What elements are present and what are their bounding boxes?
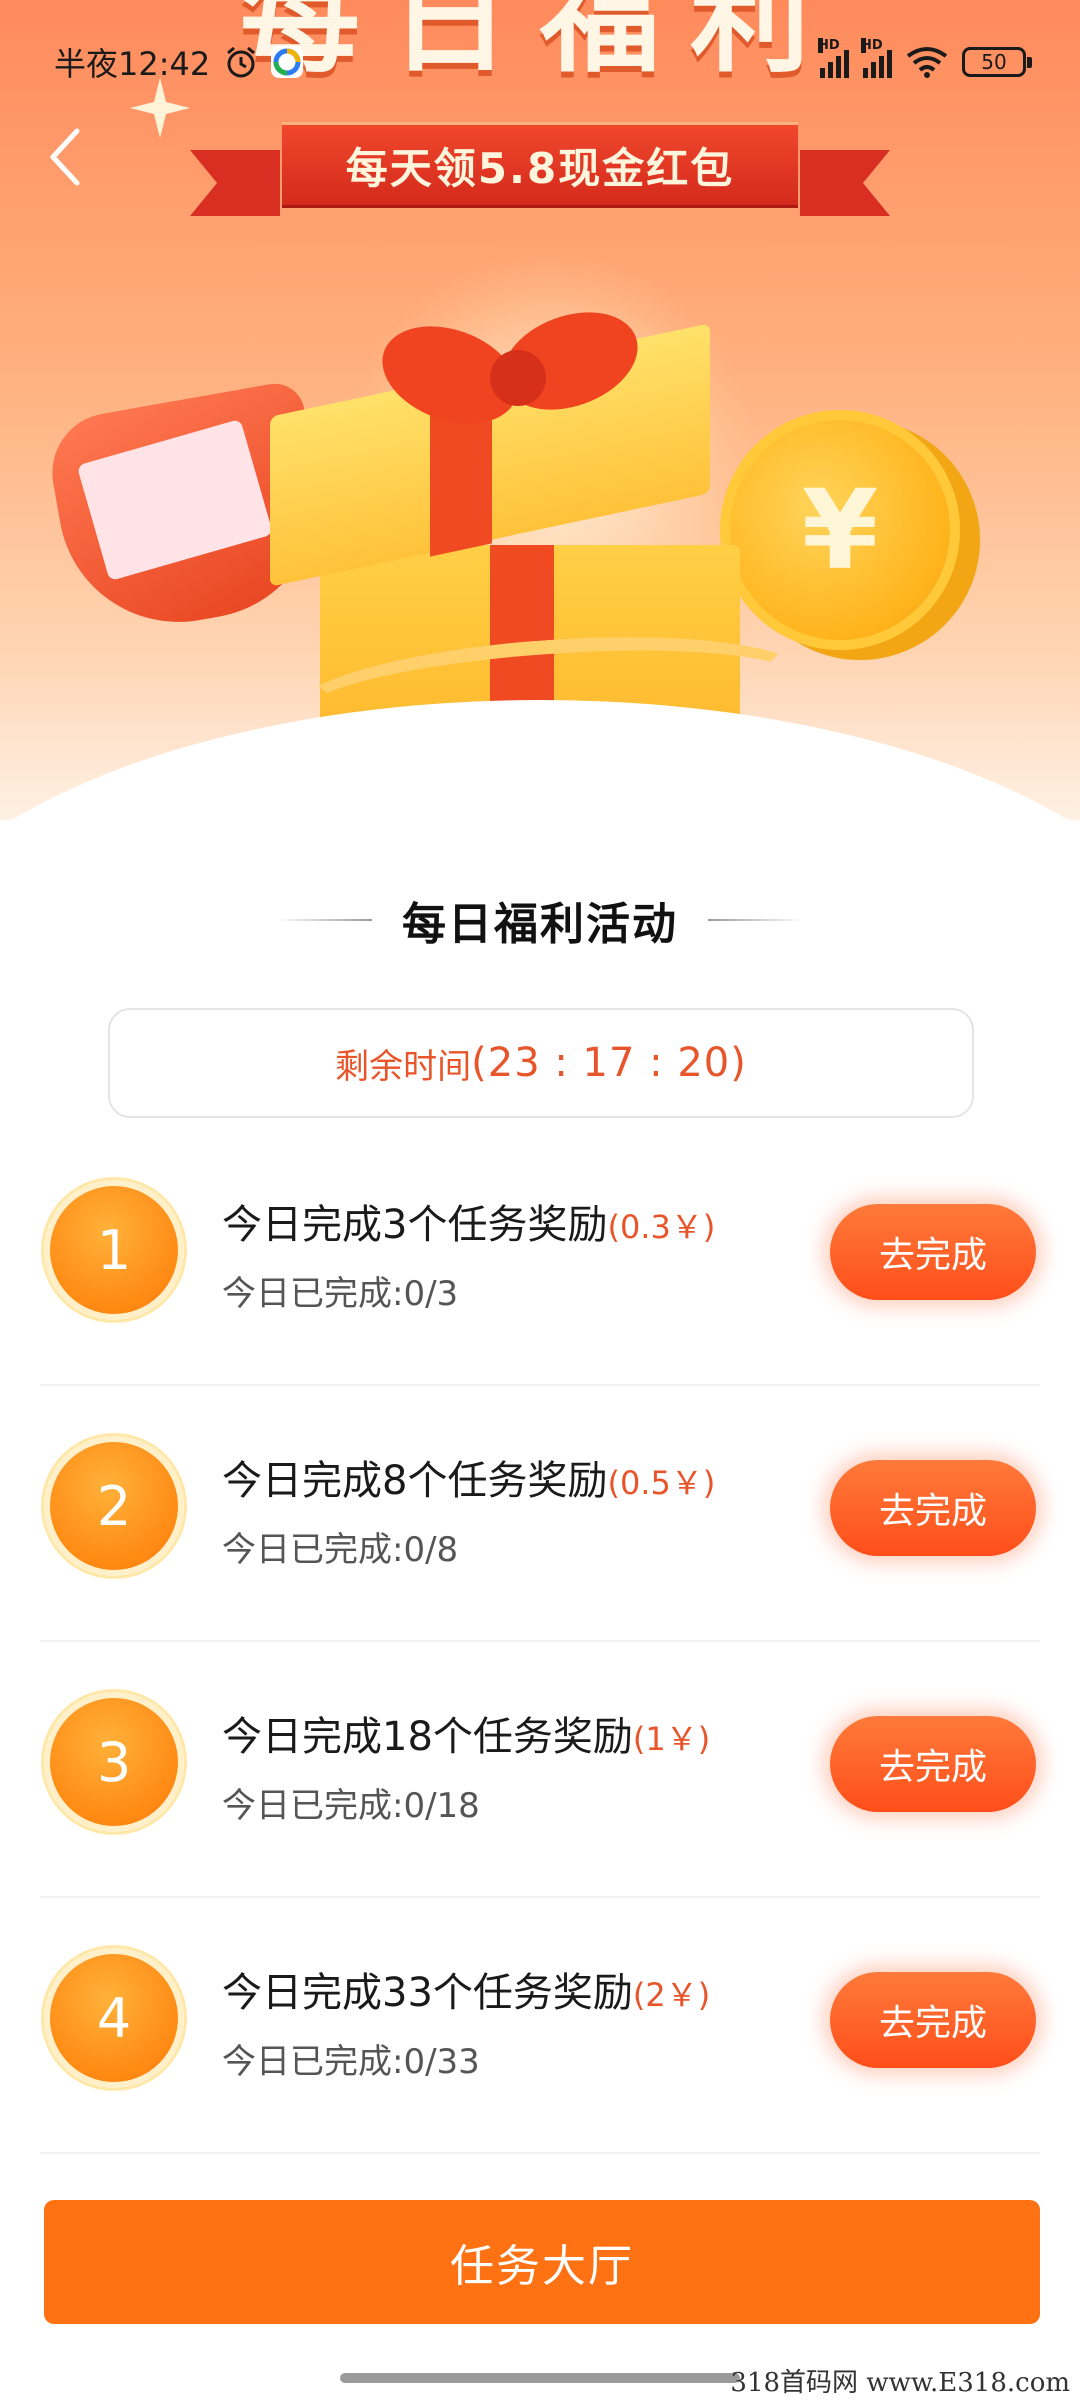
ribbon-text: 每天领5.8现金红包 <box>345 143 735 193</box>
task-number-badge: 1 <box>44 1180 184 1320</box>
alarm-icon <box>227 46 256 78</box>
task-reward: (1￥) <box>632 1720 711 1758</box>
hero-banner: 每日福利 每天领5.8现金红包 ¥ 半夜12:42 HD HD 50 <box>0 0 1080 820</box>
timer-value: (23 : 17 : 20) <box>471 1040 747 1086</box>
task-title: 今日完成3个任务奖励(0.3￥) <box>222 1192 715 1250</box>
gift-bow-knot <box>490 350 546 406</box>
battery-icon: 50 <box>962 47 1032 77</box>
home-indicator[interactable] <box>340 2373 740 2383</box>
go-complete-button[interactable]: 去完成 <box>830 1716 1036 1812</box>
task-row: 1 今日完成3个任务奖励(0.3￥) 今日已完成:0/3 去完成 <box>40 1130 1040 1386</box>
status-time: 半夜12:42 <box>54 45 211 83</box>
go-complete-button[interactable]: 去完成 <box>830 1460 1036 1556</box>
banner-ribbon: 每天领5.8现金红包 <box>282 122 798 208</box>
task-row: 4 今日完成33个任务奖励(2￥) 今日已完成:0/33 去完成 <box>40 1898 1040 2154</box>
watermark-text: 318首码网 www.E318.com <box>730 2368 1070 2398</box>
task-title: 今日完成8个任务奖励(0.5￥) <box>222 1448 715 1506</box>
task-title-text: 今日完成3个任务奖励 <box>222 1202 608 1248</box>
hero-bottom-curve <box>0 700 1080 820</box>
task-title: 今日完成33个任务奖励(2￥) <box>222 1960 710 2018</box>
task-row: 2 今日完成8个任务奖励(0.5￥) 今日已完成:0/8 去完成 <box>40 1386 1040 1642</box>
task-row: 3 今日完成18个任务奖励(1￥) 今日已完成:0/18 去完成 <box>40 1642 1040 1898</box>
task-title-text: 今日完成8个任务奖励 <box>222 1458 608 1504</box>
daily-welfare-page: 每日福利 每天领5.8现金红包 ¥ 半夜12:42 HD HD 50 每日福利活… <box>0 0 1080 2400</box>
task-progress: 今日已完成:0/3 <box>222 1274 459 1314</box>
chevron-left-icon <box>50 128 80 186</box>
task-progress: 今日已完成:0/33 <box>222 2042 480 2082</box>
task-number-badge: 3 <box>44 1692 184 1832</box>
task-reward: (0.5￥) <box>607 1464 716 1502</box>
status-system-icons: HD HD 50 <box>818 38 1032 78</box>
task-progress: 今日已完成:0/8 <box>222 1530 459 1570</box>
wifi-icon <box>906 47 948 78</box>
task-title: 今日完成18个任务奖励(1￥) <box>222 1704 710 1762</box>
yuan-icon: ¥ <box>801 466 879 594</box>
section-title: 每日福利活动 <box>402 899 678 950</box>
status-app-icons <box>224 45 304 79</box>
task-reward: (0.3￥) <box>607 1208 716 1246</box>
go-complete-button[interactable]: 去完成 <box>830 1204 1036 1300</box>
ribbon-tail-left <box>190 150 280 216</box>
task-number-badge: 4 <box>44 1948 184 2088</box>
task-title-text: 今日完成18个任务奖励 <box>222 1714 633 1760</box>
status-bar: 半夜12:42 HD HD 50 <box>0 34 1080 90</box>
timer-label: 剩余时间 <box>335 1046 472 1087</box>
signal-hd-icon-2: HD <box>861 38 892 78</box>
ribbon-tail-right <box>800 150 890 216</box>
task-number-badge: 2 <box>44 1436 184 1576</box>
back-button[interactable] <box>44 122 84 192</box>
signal-hd-icon-1: HD <box>818 38 849 78</box>
title-divider-left <box>276 919 372 921</box>
task-list: 1 今日完成3个任务奖励(0.3￥) 今日已完成:0/3 去完成 2 今日完成8… <box>0 1130 1080 2154</box>
task-reward: (2￥) <box>632 1976 711 2014</box>
task-hall-button[interactable]: 任务大厅 <box>44 2200 1040 2324</box>
coin-illustration: ¥ <box>720 410 960 650</box>
section-header: 每日福利活动 <box>0 880 1080 960</box>
countdown-timer: 剩余时间 (23 : 17 : 20) <box>108 1008 974 1118</box>
app-notification-icon <box>271 46 304 78</box>
go-complete-button[interactable]: 去完成 <box>830 1972 1036 2068</box>
task-progress: 今日已完成:0/18 <box>222 1786 480 1826</box>
title-divider-right <box>708 919 804 921</box>
task-title-text: 今日完成33个任务奖励 <box>222 1970 633 2016</box>
